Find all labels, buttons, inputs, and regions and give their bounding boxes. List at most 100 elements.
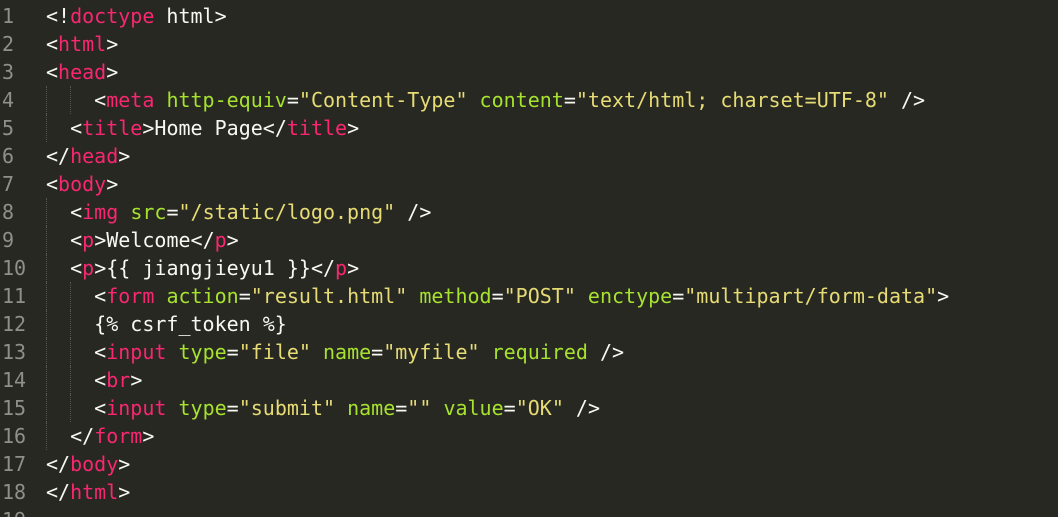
code-line[interactable]: 5 <title>Home Page</title>: [0, 114, 1058, 142]
code-line[interactable]: 4 <meta http-equiv="Content-Type" conten…: [0, 86, 1058, 114]
line-number: 6: [2, 144, 15, 168]
code-line[interactable]: 13 <input type="file" name="myfile" requ…: [0, 338, 1058, 366]
indent-guide: [46, 198, 47, 226]
token-punc: </: [46, 144, 71, 168]
token-str: "POST": [503, 284, 576, 308]
token-punc: >: [214, 4, 227, 28]
code-content: [36, 506, 46, 517]
code-editor[interactable]: 1 <!doctype html> 2 <html> 3 <head> 4 <meta ht…: [0, 0, 1058, 517]
token-punc: <: [70, 116, 83, 140]
code-line[interactable]: 16 </form>: [0, 422, 1058, 450]
code-line[interactable]: 2 <html>: [0, 30, 1058, 58]
token-attr: value: [443, 396, 504, 420]
token-punc: >: [347, 256, 360, 280]
token-text: Home Page: [154, 116, 263, 140]
token-punc: <: [70, 256, 83, 280]
line-number: 14: [2, 368, 27, 392]
token-tag: body: [58, 172, 107, 196]
code-content: <title>Home Page</title>: [36, 114, 359, 142]
token-tag: p: [82, 228, 95, 252]
token-tag: title: [82, 116, 143, 140]
code-content: <!doctype html>: [36, 2, 227, 30]
token-punc: >: [118, 452, 131, 476]
code-content: </head>: [36, 142, 130, 170]
token-punc: >: [106, 32, 119, 56]
token-punc: =: [395, 396, 408, 420]
token-tag: br: [106, 368, 131, 392]
indent-guide: [46, 254, 47, 282]
token-punc: =: [226, 396, 239, 420]
code-line[interactable]: 10 <p>{{ jiangjieyu1 }}</p>: [0, 254, 1058, 282]
token-punc: <: [46, 172, 59, 196]
token-attr: content: [479, 88, 564, 112]
indent-guide: [70, 86, 71, 114]
indent-guide: [46, 114, 47, 142]
token-tag: p: [335, 256, 348, 280]
code-content: </body>: [36, 450, 130, 478]
token-punc: >: [142, 116, 155, 140]
code-content: <html>: [36, 30, 118, 58]
code-line[interactable]: 17 </body>: [0, 450, 1058, 478]
token-punc: =: [238, 284, 251, 308]
code-content: <meta http-equiv="Content-Type" content=…: [36, 86, 925, 114]
line-number: 15: [2, 396, 27, 420]
token-punc: =: [563, 88, 576, 112]
code-content: <input type="submit" name="" value="OK" …: [36, 394, 600, 422]
line-number: 10: [2, 256, 27, 280]
code-line[interactable]: 14 <br>: [0, 366, 1058, 394]
token-punc: <!: [46, 4, 71, 28]
token-punc: >: [142, 424, 155, 448]
token-attr: required: [491, 340, 588, 364]
token-attr: name: [347, 396, 396, 420]
code-line[interactable]: 9 <p>Welcome</p>: [0, 226, 1058, 254]
line-number: 11: [2, 284, 27, 308]
code-line[interactable]: 1 <!doctype html>: [0, 2, 1058, 30]
code-line[interactable]: 11 <form action="result.html" method="PO…: [0, 282, 1058, 310]
code-line[interactable]: 19: [0, 506, 1058, 517]
code-line[interactable]: 12 {% csrf_token %}: [0, 310, 1058, 338]
code-line[interactable]: 18 </html>: [0, 478, 1058, 506]
line-number: 12: [2, 312, 27, 336]
code-content: <p>{{ jiangjieyu1 }}</p>: [36, 254, 359, 282]
token-tag: form: [94, 424, 143, 448]
token-punc: </: [190, 228, 215, 252]
line-number: 19: [0, 506, 36, 517]
token-punc: >: [106, 172, 119, 196]
token-punc: <: [94, 340, 107, 364]
token-punc: </: [262, 116, 287, 140]
code-line[interactable]: 6 </head>: [0, 142, 1058, 170]
code-line[interactable]: 7 <body>: [0, 170, 1058, 198]
token-str: "/static/logo.png": [178, 200, 396, 224]
token-tag: title: [286, 116, 348, 140]
token-punc: </: [70, 424, 95, 448]
indent-guide: [46, 310, 47, 338]
code-content: <form action="result.html" method="POST"…: [36, 282, 949, 310]
token-punc: =: [286, 88, 299, 112]
code-content: </html>: [36, 478, 130, 506]
token-punc: />: [575, 396, 601, 420]
token-tag: form: [106, 284, 155, 308]
line-number: 18: [2, 480, 27, 504]
token-punc: />: [599, 340, 625, 364]
code-line[interactable]: 15 <input type="submit" name="" value="O…: [0, 394, 1058, 422]
code-content: <input type="file" name="myfile" require…: [36, 338, 624, 366]
indent-guide: [46, 86, 47, 114]
token-punc: =: [672, 284, 685, 308]
token-tag: doctype: [70, 4, 155, 28]
token-punc: <: [94, 88, 107, 112]
line-number: 2: [2, 32, 15, 56]
token-str: "": [407, 396, 432, 420]
code-line[interactable]: 3 <head>: [0, 58, 1058, 86]
indent-guide: [46, 422, 47, 450]
line-number: 5: [2, 116, 15, 140]
token-tag: meta: [106, 88, 155, 112]
code-line[interactable]: 8 <img src="/static/logo.png" />: [0, 198, 1058, 226]
